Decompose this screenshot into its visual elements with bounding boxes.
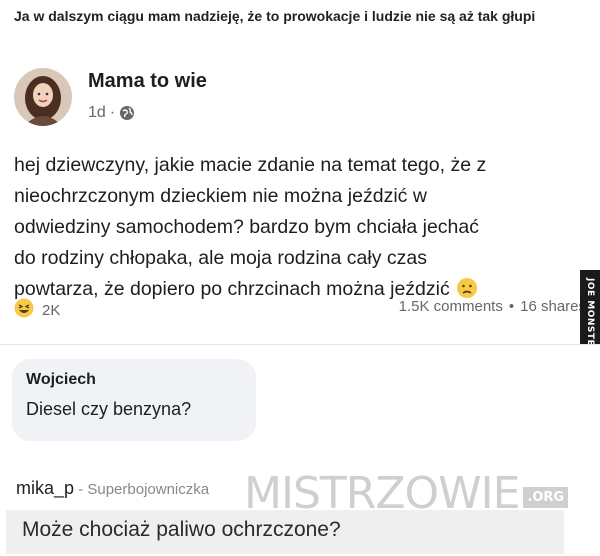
- post-body: hej dziewczyny, jakie macie zdanie na te…: [14, 150, 594, 305]
- avatar[interactable]: [14, 68, 72, 126]
- comments-count[interactable]: 1.5K comments: [399, 298, 503, 315]
- mistrzowie-footer: mika_p - Superbojowniczka MISTRZOWIE .OR…: [0, 466, 600, 556]
- comment-text: Diesel czy benzyna?: [26, 399, 192, 419]
- post-author[interactable]: Mama to wie: [88, 70, 207, 93]
- comment-bubble: Wojciech Diesel czy benzyna?: [12, 359, 256, 441]
- reaction-count: 2K: [42, 301, 61, 319]
- comment-section: Wojciech Diesel czy benzyna?: [0, 344, 600, 466]
- stats-separator: •: [508, 298, 515, 315]
- globe-icon: [119, 105, 135, 121]
- comment-author[interactable]: Wojciech: [26, 371, 242, 389]
- laughing-emoji-icon: [14, 298, 34, 322]
- footer-rank: - Superbojowniczka: [74, 481, 210, 498]
- mistrzowie-org: .ORG: [523, 487, 569, 508]
- facebook-post: Mama to wie 1d · hej dziewczyny, jakie m…: [0, 54, 600, 340]
- post-text: hej dziewczyny, jakie macie zdanie na te…: [14, 154, 487, 300]
- reactions[interactable]: 2K: [14, 298, 60, 322]
- meta-separator: ·: [109, 104, 116, 121]
- shares-count[interactable]: 16 shares: [520, 298, 586, 315]
- footer-username[interactable]: mika_p: [16, 478, 74, 498]
- post-time[interactable]: 1d: [88, 104, 106, 122]
- footer-user: mika_p - Superbojowniczka: [16, 478, 209, 499]
- sad-emoji-icon: [456, 277, 478, 299]
- post-meta: 1d ·: [88, 104, 135, 122]
- post-stats: 1.5K comments • 16 shares: [399, 298, 586, 315]
- meme-caption: Ja w dalszym ciągu mam nadzieję, że to p…: [14, 8, 536, 24]
- footer-reply: Może chociaż paliwo ochrzczone?: [6, 510, 564, 554]
